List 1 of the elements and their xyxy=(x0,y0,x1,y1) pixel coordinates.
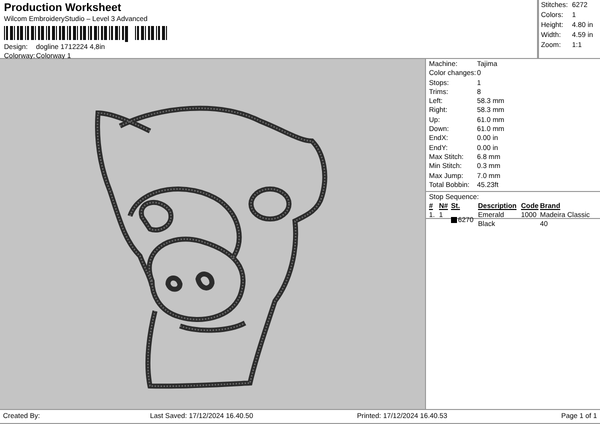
worksheet-title: Production Worksheet xyxy=(4,1,122,15)
